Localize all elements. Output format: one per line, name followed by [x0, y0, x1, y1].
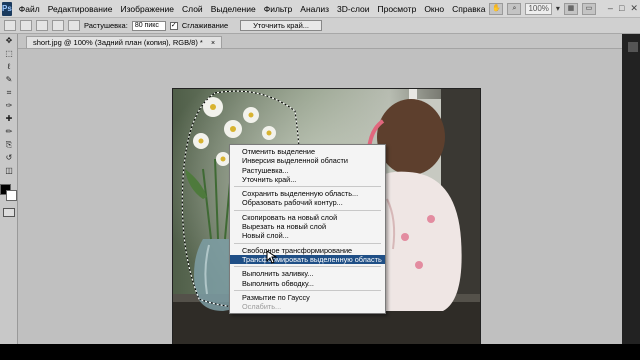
menu-separator — [234, 242, 381, 244]
context-menu-item[interactable]: Отменить выделение — [230, 147, 385, 156]
screen-bottom-bar — [0, 344, 640, 360]
refine-edge-button[interactable]: Уточнить край... — [240, 20, 323, 31]
menu-item[interactable]: Файл — [15, 0, 44, 18]
intersect-selection-icon[interactable] — [68, 20, 80, 31]
context-menu-item[interactable]: Новый слой... — [230, 231, 385, 240]
menu-separator — [234, 289, 381, 291]
eyedropper-icon[interactable]: ✑ — [1, 100, 17, 112]
menu-item[interactable]: Справка — [448, 0, 489, 18]
chevron-down-icon[interactable]: ▾ — [556, 4, 560, 13]
close-icon[interactable]: ✕ — [630, 3, 638, 14]
move-icon[interactable]: ✥ — [1, 35, 17, 47]
healing-icon[interactable]: ✚ — [1, 113, 17, 125]
screen-mode-icon[interactable]: ▭ — [581, 2, 596, 15]
menu-separator — [234, 266, 381, 268]
stamp-icon[interactable]: ⎘ — [1, 139, 17, 151]
panel-dock — [622, 34, 640, 344]
background-color-swatch[interactable] — [6, 190, 17, 201]
window-controls: – □ ✕ — [608, 3, 638, 14]
tool-preset-icon[interactable] — [4, 20, 16, 31]
selection-context-menu: Отменить выделение Инверсия выделенной об… — [229, 144, 386, 315]
context-menu-item[interactable]: Свободное трансформирование — [230, 246, 385, 255]
menu-item[interactable]: Изображение — [116, 0, 178, 18]
eraser-icon[interactable]: ◫ — [1, 165, 17, 177]
context-menu-item[interactable]: Выполнить обводку... — [230, 279, 385, 288]
context-menu-item[interactable]: Скопировать на новый слой — [230, 213, 385, 222]
antialias-label: Сглаживание — [181, 21, 229, 30]
subtract-from-selection-icon[interactable] — [52, 20, 64, 31]
menu-item[interactable]: Окно — [420, 0, 448, 18]
crop-icon[interactable]: ⌗ — [1, 87, 17, 99]
context-menu-item[interactable]: Вырезать на новый слой — [230, 222, 385, 231]
photoshop-logo: Ps — [2, 1, 12, 16]
toolbox: ✥⬚ℓ✎⌗✑✚✏⎘↺◫▤●◐✒T↖▭✋⌕ — [0, 34, 18, 344]
antialias-checkbox[interactable]: ✓ — [169, 21, 178, 30]
context-menu-item[interactable]: Сохранить выделенную область... — [230, 189, 385, 198]
context-menu-item[interactable]: Образовать рабочий контур... — [230, 198, 385, 207]
menu-separator — [234, 186, 381, 188]
tool-list: ✥⬚ℓ✎⌗✑✚✏⎘↺◫▤●◐✒T↖▭✋⌕ — [0, 35, 17, 177]
menu-item[interactable]: 3D-слои — [333, 0, 373, 18]
mouse-cursor-icon — [266, 250, 278, 264]
menu-item[interactable]: Просмотр — [373, 0, 420, 18]
menu-item[interactable]: Выделение — [207, 0, 260, 18]
collapsed-panel-icon[interactable] — [628, 42, 638, 52]
context-menu-item[interactable]: Трансформировать выделенную область — [230, 254, 385, 265]
menu-item[interactable]: Анализ — [296, 0, 333, 18]
menu-separator — [234, 209, 381, 211]
arrange-documents-icon[interactable]: ▦ — [563, 2, 578, 15]
menu-item[interactable]: Слой — [178, 0, 207, 18]
context-menu-item[interactable]: Уточнить край... — [230, 175, 385, 184]
context-menu-item[interactable]: Растушевка... — [230, 166, 385, 175]
brush-icon[interactable]: ✏ — [1, 126, 17, 138]
feather-label: Растушевка: — [84, 21, 128, 30]
quick-select-icon[interactable]: ✎ — [1, 74, 17, 86]
minimize-icon[interactable]: – — [608, 3, 613, 14]
document-tab[interactable]: short.jpg @ 100% (Задний план (копия), R… — [26, 36, 223, 48]
document-title: short.jpg @ 100% (Задний план (копия), R… — [33, 38, 203, 47]
new-selection-icon[interactable] — [20, 20, 32, 31]
quick-mask-icon[interactable] — [3, 208, 15, 217]
feather-input[interactable]: 80 пикс — [131, 20, 166, 31]
menu-item[interactable]: Редактирование — [44, 0, 117, 18]
context-menu-item: Ослабить... — [242, 302, 282, 312]
zoom-tool-icon[interactable]: ⌕ — [507, 2, 522, 15]
maximize-icon[interactable]: □ — [619, 3, 624, 14]
menu-bar: Ps Файл Редактирование Изображение Слой Выде… — [0, 0, 640, 18]
menu-items: Файл Редактирование Изображение Слой Выделен… — [15, 0, 490, 18]
hand-tool-icon[interactable]: ✋ — [489, 2, 504, 15]
zoom-level[interactable]: 100% — [525, 2, 552, 15]
menu-item[interactable]: Фильтр — [260, 0, 297, 18]
context-menu-item[interactable]: Размытие по Гауссу — [230, 293, 385, 302]
context-menu-item[interactable]: Выполнить заливку... — [230, 269, 385, 278]
lasso-icon[interactable]: ℓ — [1, 61, 17, 73]
context-menu-item[interactable]: Инверсия выделенной области — [230, 156, 385, 165]
add-to-selection-icon[interactable] — [36, 20, 48, 31]
close-document-icon[interactable]: × — [211, 40, 215, 47]
marquee-icon[interactable]: ⬚ — [1, 48, 17, 60]
application-bar-tools: ✋ ⌕ 100% ▾ ▦ ▭ – □ ✕ — [489, 2, 640, 15]
options-bar: Растушевка: 80 пикс ✓ Сглаживание Уточни… — [0, 18, 640, 34]
history-brush-icon[interactable]: ↺ — [1, 152, 17, 164]
